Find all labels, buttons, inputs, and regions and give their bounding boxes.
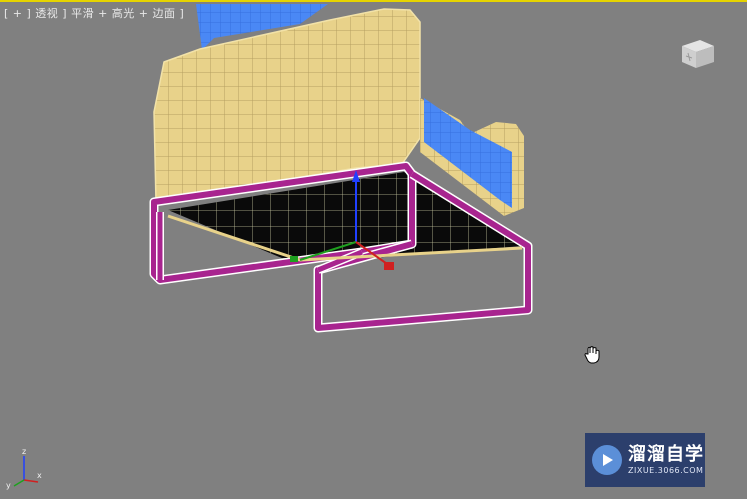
axis-x-label: x	[37, 471, 42, 480]
pan-hand-icon	[584, 346, 600, 364]
play-logo-icon	[592, 445, 622, 475]
sofa-3d-model[interactable]	[0, 2, 747, 499]
watermark-title: 溜溜自学	[628, 444, 704, 465]
axis-y-label: y	[6, 481, 11, 490]
watermark-url: ZIXUE.3066.COM	[628, 466, 704, 475]
axis-z-label: z	[22, 447, 26, 456]
watermark-badge: 溜溜自学 ZIXUE.3066.COM	[585, 433, 705, 487]
axis-tripod-icon: z x y	[6, 447, 42, 490]
perspective-viewport[interactable]: [ + ] 透视 ] 平滑 + 高光 + 边面 ] z x y 溜溜自学 ZIX…	[0, 0, 747, 499]
viewcube-icon[interactable]	[678, 36, 716, 70]
